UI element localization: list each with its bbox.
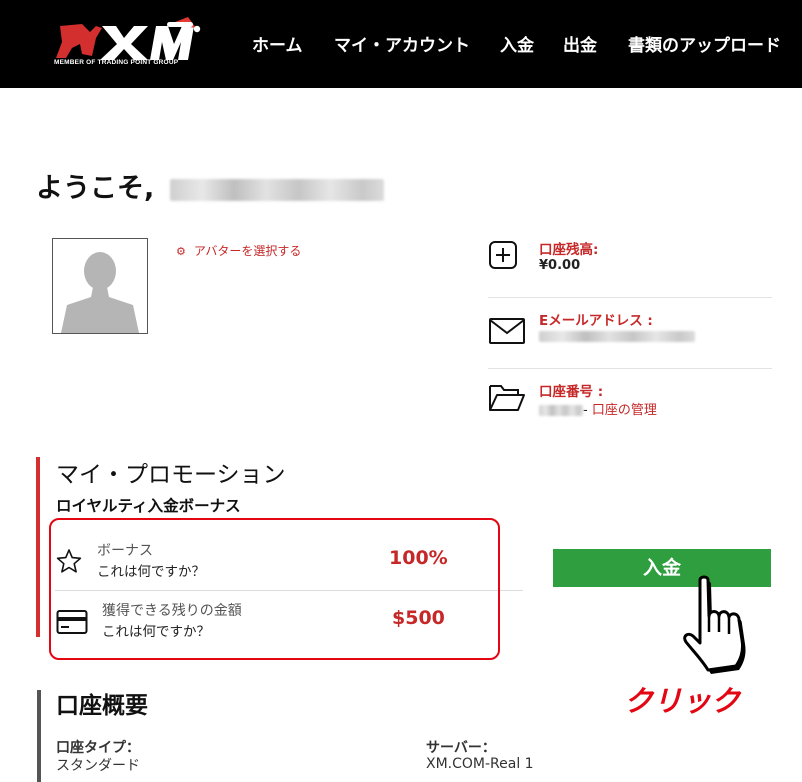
choose-avatar-label: アバターを選択する — [193, 244, 302, 258]
server-label: サーバー： — [426, 740, 496, 756]
promotions-title: マイ・プロモーション — [56, 462, 286, 488]
summary-accent-bar — [37, 690, 41, 782]
nav-my-account[interactable]: マイ・アカウント — [334, 31, 470, 56]
folder-open-icon — [489, 385, 525, 411]
welcome-heading: ようこそ, — [36, 166, 384, 205]
promotions-accent-bar — [36, 457, 40, 637]
default-avatar-silhouette — [53, 239, 147, 333]
email-value-redacted — [539, 331, 695, 342]
balance-label: 口座残高: — [539, 242, 599, 258]
click-annotation-label: クリック — [624, 684, 741, 718]
avatar — [52, 238, 148, 334]
server-value: XM.COM-Real 1 — [426, 756, 534, 772]
pointing-hand-icon — [683, 575, 746, 674]
user-name-redacted — [169, 178, 384, 201]
account-number-redacted — [539, 405, 583, 416]
welcome-greeting: ようこそ, — [36, 173, 155, 204]
plus-square-icon — [489, 241, 517, 269]
nav-home[interactable]: ホーム — [252, 31, 303, 56]
account-summary-title: 口座概要 — [56, 693, 148, 719]
account-type-label: 口座タイプ： — [56, 740, 140, 756]
choose-avatar-link[interactable]: ⚙ アバターを選択する — [176, 242, 301, 259]
logo-tagline: MEMBER OF TRADING POINT GROUP — [54, 59, 179, 66]
promotions-highlight-frame — [49, 518, 500, 660]
gear-icon: ⚙ — [176, 245, 186, 258]
nav-withdrawal[interactable]: 出金 — [563, 31, 597, 56]
envelope-icon — [489, 318, 525, 344]
account-type-value: スタンダード — [56, 758, 140, 774]
account-number-separator: - — [583, 403, 592, 418]
info-divider — [488, 368, 772, 369]
nav-upload-documents[interactable]: 書類のアップロード — [628, 31, 781, 56]
account-number-row: - 口座の管理 — [539, 399, 657, 418]
promotions-subtitle: ロイヤルティ入金ボーナス — [56, 497, 241, 515]
account-number-label: 口座番号 : — [539, 384, 604, 400]
balance-value: ¥0.00 — [539, 258, 581, 273]
email-label: Eメールアドレス : — [539, 313, 653, 329]
manage-account-link[interactable]: 口座の管理 — [592, 403, 657, 418]
nav-deposit[interactable]: 入金 — [500, 31, 534, 56]
info-divider — [488, 297, 772, 298]
top-navigation-bar: MEMBER OF TRADING POINT GROUP ホーム マイ・アカウ… — [0, 0, 802, 88]
